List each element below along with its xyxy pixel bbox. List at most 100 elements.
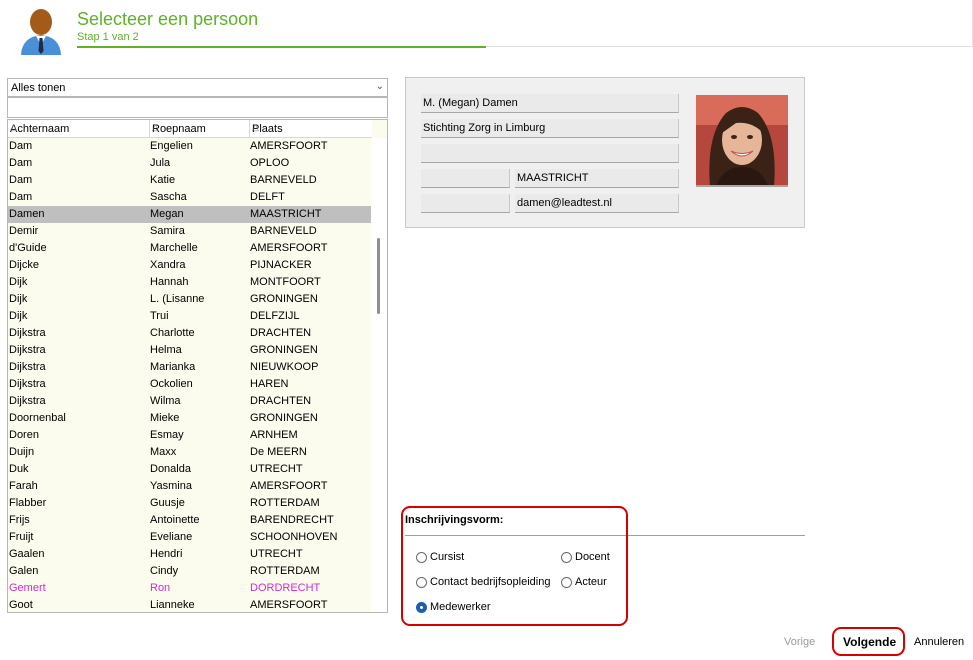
table-cell: De MEERN bbox=[250, 446, 307, 458]
column-header-roepnaam[interactable]: Roepnaam △ bbox=[150, 120, 250, 138]
table-cell: Marchelle bbox=[150, 242, 198, 254]
person-photo bbox=[696, 95, 788, 187]
table-cell: Dijk bbox=[9, 310, 28, 322]
table-row[interactable]: Duk Donalda UTRECHT bbox=[8, 461, 372, 478]
table-row[interactable]: Dijk L. (Lisanne GRONINGEN bbox=[8, 291, 372, 308]
table-cell: Hendri bbox=[150, 548, 183, 560]
table-cell: Samira bbox=[150, 225, 185, 237]
table-row[interactable]: Dijk Hannah MONTFOORT bbox=[8, 274, 372, 291]
table-row[interactable]: Dijkstra Helma GRONINGEN bbox=[8, 342, 372, 359]
table-row[interactable]: Farah Yasmina AMERSFOORT bbox=[8, 478, 372, 495]
column-header-plaats[interactable]: Plaats △ bbox=[250, 120, 372, 138]
table-cell: Cindy bbox=[150, 565, 179, 577]
table-row[interactable]: Gemert Ron DORDRECHT bbox=[8, 580, 372, 597]
table-cell: Yasmina bbox=[150, 480, 192, 492]
next-button[interactable]: Volgende bbox=[843, 635, 896, 649]
table-cell: Trui bbox=[150, 310, 169, 322]
name-field: M. (Megan) Damen bbox=[421, 94, 679, 113]
table-cell: Damen bbox=[9, 208, 45, 220]
step-indicator: Stap 1 van 2 bbox=[77, 31, 139, 43]
table-cell: DELFZIJL bbox=[250, 310, 300, 322]
table-cell: UTRECHT bbox=[250, 548, 303, 560]
table-cell: Eveliane bbox=[150, 531, 193, 543]
table-cell: SCHOONHOVEN bbox=[250, 531, 338, 543]
column-header-achternaam[interactable]: Achternaam △ bbox=[8, 120, 150, 138]
table-cell: Goot bbox=[9, 599, 33, 611]
table-cell: BARENDRECHT bbox=[250, 514, 334, 526]
table-cell: AMERSFOORT bbox=[250, 599, 328, 611]
table-cell: Frijs bbox=[9, 514, 30, 526]
table-row[interactable]: Goot Lianneke AMERSFOORT bbox=[8, 597, 372, 612]
phone-field bbox=[421, 194, 510, 213]
table-row[interactable]: Dijkstra Wilma DRACHTEN bbox=[8, 393, 372, 410]
table-row[interactable]: d'Guide Marchelle AMERSFOORT bbox=[8, 240, 372, 257]
table-cell: Xandra bbox=[150, 259, 186, 271]
city-field: MAASTRICHT bbox=[515, 169, 679, 188]
person-details-card: M. (Megan) Damen Stichting Zorg in Limbu… bbox=[405, 77, 805, 228]
table-cell: Esmay bbox=[150, 429, 184, 441]
table-row[interactable]: Dijkstra Ockolien HAREN bbox=[8, 376, 372, 393]
table-cell: Mieke bbox=[150, 412, 180, 424]
cancel-button[interactable]: Annuleren bbox=[914, 636, 964, 648]
table-cell: Doornenbal bbox=[9, 412, 66, 424]
table-cell: BARNEVELD bbox=[250, 174, 317, 186]
filter-dropdown[interactable]: Alles tonen ⌄ bbox=[7, 78, 388, 97]
table-row[interactable]: Dijkstra Marianka NIEUWKOOP bbox=[8, 359, 372, 376]
table-cell: Helma bbox=[150, 344, 182, 356]
table-row[interactable]: Dijk Trui DELFZIJL bbox=[8, 308, 372, 325]
table-cell: BARNEVELD bbox=[250, 225, 317, 237]
table-row[interactable]: Dam Engelien AMERSFOORT bbox=[8, 138, 372, 155]
table-cell: Hannah bbox=[150, 276, 189, 288]
table-cell: Maxx bbox=[150, 446, 177, 458]
table-cell: GRONINGEN bbox=[250, 344, 318, 356]
table-cell: ROTTERDAM bbox=[250, 565, 320, 577]
table-cell: UTRECHT bbox=[250, 463, 303, 475]
table-row[interactable]: Doornenbal Mieke GRONINGEN bbox=[8, 410, 372, 427]
table-cell: DRACHTEN bbox=[250, 327, 312, 339]
scrollbar-thumb[interactable] bbox=[377, 238, 380, 314]
table-cell: Donalda bbox=[150, 463, 191, 475]
person-icon bbox=[17, 5, 65, 55]
table-cell: Katie bbox=[150, 174, 176, 186]
table-row[interactable]: Dam Jula OPLOO bbox=[8, 155, 372, 172]
previous-button[interactable]: Vorige bbox=[784, 636, 815, 648]
table-cell: Ockolien bbox=[150, 378, 193, 390]
table-row[interactable]: Dam Sascha DELFT bbox=[8, 189, 372, 206]
sort-icon: △ bbox=[152, 122, 159, 132]
table-row[interactable]: Gaalen Hendri UTRECHT bbox=[8, 546, 372, 563]
header-divider bbox=[486, 46, 973, 47]
scrollbar[interactable] bbox=[371, 138, 387, 612]
table-row[interactable]: Dam Katie BARNEVELD bbox=[8, 172, 372, 189]
table-row[interactable]: Damen Megan MAASTRICHT bbox=[8, 206, 372, 223]
table-cell: Marianka bbox=[150, 361, 196, 373]
table-cell: Ron bbox=[150, 582, 171, 594]
table-row[interactable]: Dijcke Xandra PIJNACKER bbox=[8, 257, 372, 274]
table-cell: OPLOO bbox=[250, 157, 290, 169]
search-input[interactable] bbox=[7, 97, 388, 118]
table-cell: PIJNACKER bbox=[250, 259, 312, 271]
table-row[interactable]: Demir Samira BARNEVELD bbox=[8, 223, 372, 240]
chevron-down-icon: ⌄ bbox=[375, 81, 384, 92]
table-cell: Duk bbox=[9, 463, 29, 475]
table-body: Dam Engelien AMERSFOORT Dam Jula OPLOO Dam Kati… bbox=[8, 138, 372, 612]
table-cell: Fruijt bbox=[9, 531, 34, 543]
table-cell: Galen bbox=[9, 565, 39, 577]
filter-value: Alles tonen bbox=[11, 82, 66, 94]
table-row[interactable]: Frijs Antoinette BARENDRECHT bbox=[8, 512, 372, 529]
table-row[interactable]: Duijn Maxx De MEERN bbox=[8, 444, 372, 461]
table-row[interactable]: Galen Cindy ROTTERDAM bbox=[8, 563, 372, 580]
table-row[interactable]: Fruijt Eveliane SCHOONHOVEN bbox=[8, 529, 372, 546]
table-row[interactable]: Dijkstra Charlotte DRACHTEN bbox=[8, 325, 372, 342]
table-cell: MAASTRICHT bbox=[250, 208, 322, 220]
table-cell: Dijkstra bbox=[9, 361, 46, 373]
table-row[interactable]: Doren Esmay ARNHEM bbox=[8, 427, 372, 444]
table-cell: Duijn bbox=[9, 446, 35, 458]
table-cell: MONTFOORT bbox=[250, 276, 321, 288]
table-cell: ARNHEM bbox=[250, 429, 298, 441]
table-row[interactable]: Flabber Guusje ROTTERDAM bbox=[8, 495, 372, 512]
table-cell: Dijcke bbox=[9, 259, 39, 271]
table-cell: Megan bbox=[150, 208, 184, 220]
table-cell: L. (Lisanne bbox=[150, 293, 205, 305]
table-cell: Guusje bbox=[150, 497, 185, 509]
sort-icon: △ bbox=[10, 122, 17, 132]
